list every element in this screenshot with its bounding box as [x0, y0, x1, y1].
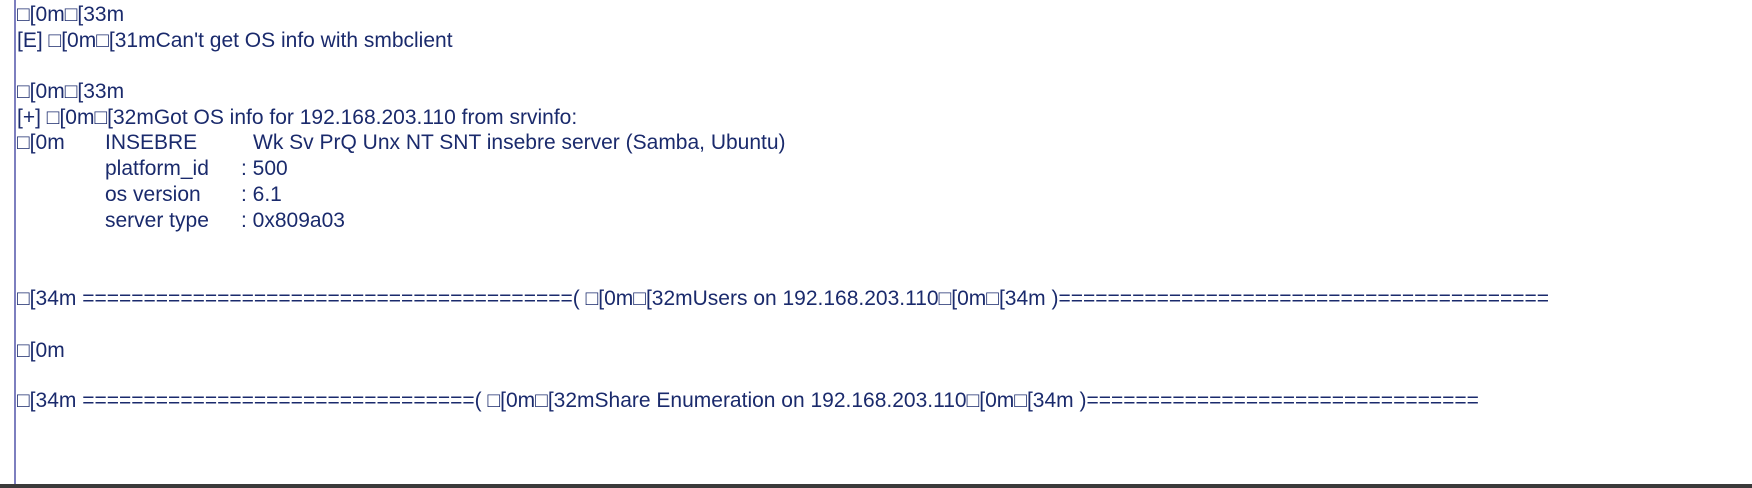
srvinfo-server-row: □[0m INSEBRE Wk Sv PrQ Unx NT SNT insebr… — [17, 128, 1752, 157]
section-header-share-enumeration: □[34m ================================( … — [17, 389, 1479, 412]
platform-id-value: : 500 — [241, 157, 288, 180]
log-line-3: □[0m□[33m — [17, 80, 125, 103]
srvinfo-os-version-row: os version : 6.1 — [17, 180, 1752, 209]
section-header-users: □[34m ==================================… — [17, 287, 1550, 310]
panel-bottom-border — [0, 484, 1752, 488]
os-version-label: os version — [105, 183, 201, 206]
srvinfo-server-name: INSEBRE — [105, 131, 198, 154]
srvinfo-server-desc: Wk Sv PrQ Unx NT SNT insebre server (Sam… — [253, 131, 786, 154]
srvinfo-prefix: □[0m — [17, 131, 65, 154]
platform-id-label: platform_id — [105, 157, 209, 180]
terminal-output-panel: □[0m□[33m [E] □[0m□[31mCan't get OS info… — [0, 0, 1752, 488]
log-line-reset: □[0m — [17, 339, 65, 362]
srvinfo-server-type-row: server type : 0x809a03 — [17, 206, 1752, 235]
server-type-label: server type — [105, 209, 209, 232]
log-line-2-error: [E] □[0m□[31mCan't get OS info with smbc… — [17, 29, 453, 52]
os-version-value: : 6.1 — [241, 183, 282, 206]
panel-left-border — [14, 0, 16, 488]
srvinfo-platform-row: platform_id : 500 — [17, 154, 1752, 183]
log-line-1: □[0m□[33m — [17, 3, 125, 26]
server-type-value: : 0x809a03 — [241, 209, 345, 232]
log-text-area[interactable]: □[0m□[33m [E] □[0m□[31mCan't get OS info… — [17, 0, 1752, 484]
